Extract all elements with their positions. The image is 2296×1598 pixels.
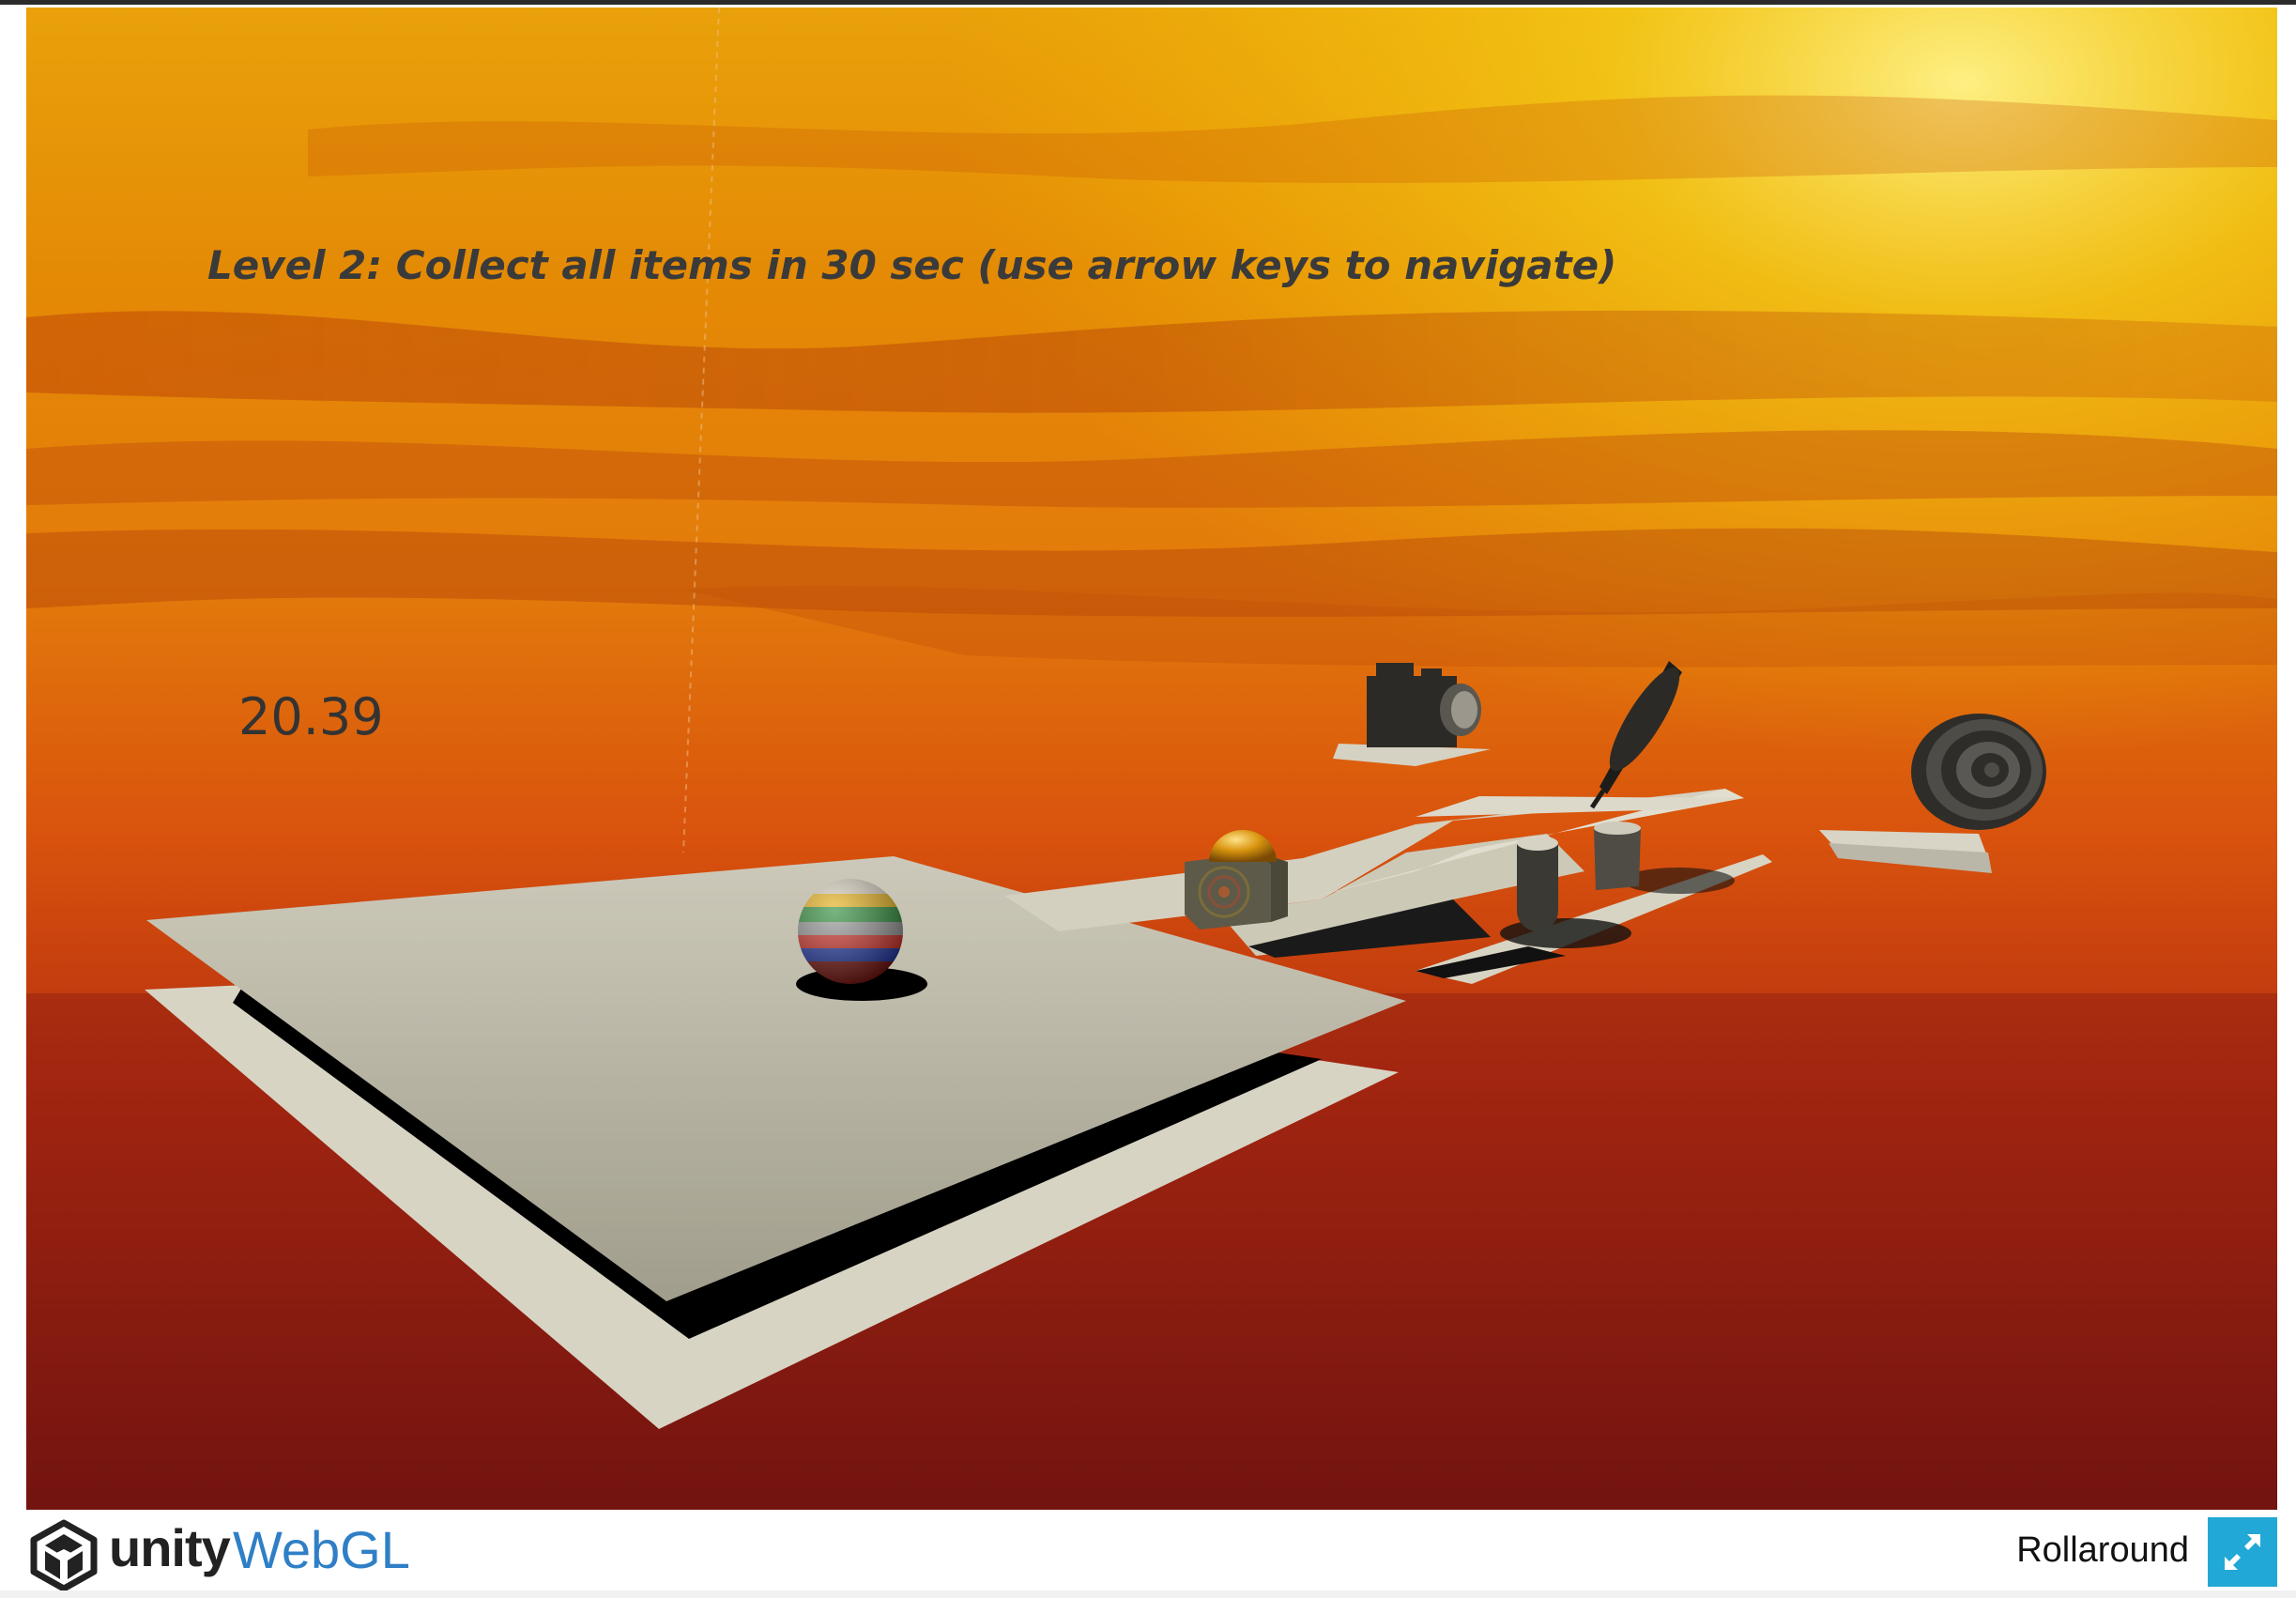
cup-icon (1517, 822, 1641, 931)
gold-dome-box-icon (1185, 830, 1288, 930)
unity-logo-icon (30, 1519, 98, 1592)
webgl-brand-text: WebGL (233, 1520, 410, 1579)
fullscreen-button[interactable] (2208, 1517, 2277, 1587)
top-border (0, 0, 2296, 5)
unity-brand-text: unity (109, 1518, 231, 1577)
fullscreen-icon (2225, 1534, 2260, 1570)
app-title: Rollaround (2016, 1530, 2189, 1570)
game-canvas[interactable]: Level 2: Collect all items in 30 sec (us… (26, 8, 2277, 1510)
level-instructions: Level 2: Collect all items in 30 sec (us… (207, 242, 1617, 288)
page-bottom-strip (0, 1590, 2296, 1598)
player-ball (798, 879, 903, 984)
camera-icon (1367, 663, 1481, 747)
speaker-icon (1911, 714, 2046, 830)
countdown-timer: 20.39 (238, 687, 384, 746)
pen-icon (1589, 661, 1682, 809)
